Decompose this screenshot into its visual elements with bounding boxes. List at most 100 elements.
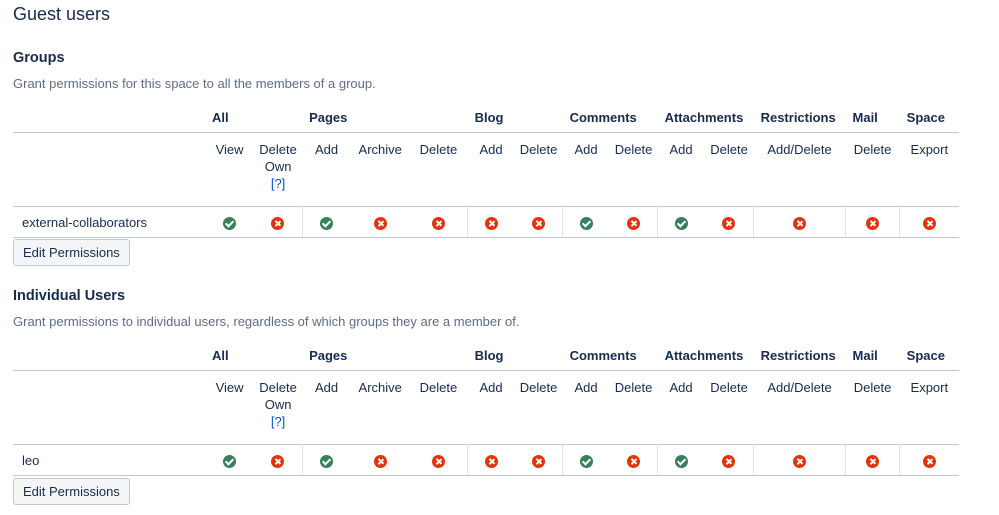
permission-label-text: Delete xyxy=(614,380,653,395)
permission-label-text: Delete Own xyxy=(259,142,297,174)
cross-circle-icon xyxy=(923,454,937,468)
check-circle-icon xyxy=(223,454,237,468)
permission-label-text: Add xyxy=(479,380,503,395)
column-group-all: All xyxy=(205,102,303,133)
permission-label: Delete xyxy=(409,371,467,445)
cross-circle-icon xyxy=(484,216,498,230)
cross-circle-icon xyxy=(271,216,285,230)
permission-label-text: Export xyxy=(910,380,949,395)
permission-label-text: Add/Delete xyxy=(767,380,832,395)
groups-edit-permissions-button[interactable]: Edit Permissions xyxy=(13,239,130,266)
permission-cell xyxy=(899,444,959,476)
permission-label: Archive xyxy=(351,133,409,207)
permission-label-text: Archive xyxy=(358,142,402,157)
cross-circle-icon xyxy=(722,454,736,468)
permission-label-text: Add xyxy=(315,380,339,395)
column-group-attachments: Attachments xyxy=(657,102,754,133)
cross-circle-icon xyxy=(271,454,285,468)
check-circle-icon xyxy=(674,454,688,468)
individual-users-permissions-table: All Pages Blog Comments Attachments Restricti… xyxy=(13,340,959,476)
permission-cell xyxy=(205,206,255,238)
column-group-pages: Pages xyxy=(302,340,468,371)
permission-label: Delete xyxy=(515,371,563,445)
column-group-mail: Mail xyxy=(845,102,900,133)
permission-cell xyxy=(254,444,303,476)
delete-own-help-link[interactable]: [?] xyxy=(271,176,285,191)
permission-cell xyxy=(301,206,352,238)
column-group-blog: Blog xyxy=(467,340,563,371)
cross-circle-icon xyxy=(722,216,736,230)
permission-label: Add xyxy=(468,133,515,207)
permission-cell xyxy=(609,444,658,476)
permission-cell xyxy=(845,206,900,238)
cross-circle-icon xyxy=(531,454,545,468)
check-circle-icon xyxy=(223,216,237,230)
permission-cell xyxy=(704,206,754,238)
permission-label: Add xyxy=(658,133,705,207)
check-circle-icon xyxy=(579,216,593,230)
permission-label: Delete Own [?] xyxy=(254,133,302,207)
cross-circle-icon xyxy=(484,454,498,468)
subheader-empty xyxy=(13,133,205,207)
permission-label-text: Delete Own xyxy=(259,380,297,412)
permission-label: Delete xyxy=(610,371,658,445)
permission-label-text: Add xyxy=(479,142,503,157)
permission-label: Delete xyxy=(515,133,563,207)
permission-label-text: Add xyxy=(315,142,339,157)
permission-label-text: Add/Delete xyxy=(767,142,832,157)
delete-own-help-link[interactable]: [?] xyxy=(271,414,285,429)
check-circle-icon xyxy=(579,454,593,468)
permission-label-text: Archive xyxy=(358,380,402,395)
cross-circle-icon xyxy=(373,216,387,230)
permission-cell xyxy=(409,206,468,238)
permission-label: Add xyxy=(302,371,351,445)
column-group-empty xyxy=(13,340,206,371)
cross-circle-icon xyxy=(793,216,807,230)
permission-label: View xyxy=(205,133,254,207)
permission-label-text: Export xyxy=(910,142,949,157)
permission-label: View xyxy=(205,371,254,445)
cross-circle-icon xyxy=(866,454,880,468)
column-group-space: Space xyxy=(899,340,959,371)
permission-cell xyxy=(657,206,705,238)
permission-label: Delete xyxy=(705,371,754,445)
permission-cell xyxy=(301,444,352,476)
permission-label-text: Add xyxy=(574,142,598,157)
permission-label: Add xyxy=(302,133,351,207)
permission-cell xyxy=(351,444,410,476)
permission-cell xyxy=(562,206,610,238)
permission-cell xyxy=(753,206,846,238)
cross-circle-icon xyxy=(793,454,807,468)
permission-cell xyxy=(704,444,754,476)
permission-label: Export xyxy=(900,133,959,207)
column-group-space: Space xyxy=(899,102,959,133)
permission-label-text: Add xyxy=(574,380,598,395)
groups-section-description: Grant permissions for this space to all … xyxy=(13,76,376,91)
column-group-attachments: Attachments xyxy=(657,340,754,371)
column-group-comments: Comments xyxy=(562,102,658,133)
permission-cell xyxy=(409,444,468,476)
permission-cell xyxy=(351,206,410,238)
permission-label: Delete xyxy=(409,133,467,207)
permission-cell xyxy=(514,206,563,238)
cross-circle-icon xyxy=(373,454,387,468)
permission-label: Add/Delete xyxy=(754,371,846,445)
cross-circle-icon xyxy=(531,216,545,230)
page-title: Guest users xyxy=(13,4,111,24)
permission-label-text: Delete xyxy=(853,380,892,395)
column-group-comments: Comments xyxy=(562,340,658,371)
permission-cell xyxy=(657,444,705,476)
individual-users-section-title: Individual Users xyxy=(13,288,126,304)
table-row: external-collaborators xyxy=(13,206,959,238)
individual-users-edit-permissions-button[interactable]: Edit Permissions xyxy=(13,478,130,505)
permission-cell xyxy=(845,444,900,476)
principal-name: external-collaborators xyxy=(13,206,206,238)
permission-cell xyxy=(899,206,959,238)
groups-permissions-table: All Pages Blog Comments Attachments Restricti… xyxy=(13,102,959,238)
check-circle-icon xyxy=(674,216,688,230)
permission-label: Add xyxy=(563,133,610,207)
check-circle-icon xyxy=(320,454,334,468)
cross-circle-icon xyxy=(866,216,880,230)
cross-circle-icon xyxy=(626,454,640,468)
permission-label: Delete xyxy=(705,133,754,207)
